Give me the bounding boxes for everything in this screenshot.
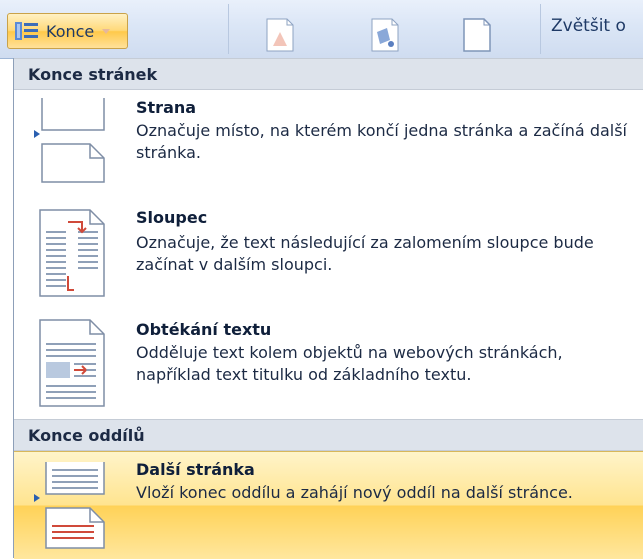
- menu-item-title: Další stránka: [136, 460, 255, 479]
- page-color-icon[interactable]: [370, 18, 400, 56]
- menu-item-column-break[interactable]: Sloupec Označuje, že text následující za…: [14, 198, 643, 306]
- page-break-thumb-icon: [32, 96, 112, 188]
- konce-dropdown-button[interactable]: Konce: [7, 13, 128, 49]
- zoom-label[interactable]: Zvětšit o: [551, 16, 626, 36]
- watermark-icon[interactable]: [265, 18, 295, 56]
- menu-item-description: Odděluje text kolem objektů na webových …: [136, 343, 563, 384]
- ribbon-divider: [228, 4, 229, 54]
- chevron-down-icon: [102, 28, 111, 34]
- page-break-icon: [14, 19, 40, 43]
- ribbon-bar: Konce Zvětšit o: [0, 0, 643, 59]
- section-header-page-breaks: Konce stránek: [14, 58, 643, 90]
- menu-item-text-wrapping-break[interactable]: Obtékání textu Odděluje text kolem objek…: [14, 310, 643, 418]
- ribbon-divider: [540, 4, 541, 54]
- page-borders-icon[interactable]: [462, 18, 492, 56]
- menu-item-title: Obtékání textu: [136, 320, 272, 339]
- text-wrapping-thumb-icon: [38, 318, 108, 412]
- menu-item-description: Označuje místo, na kterém končí jedna st…: [136, 121, 627, 162]
- menu-item-next-page-section-break[interactable]: Další stránka Vloží konec oddílu a zaháj…: [14, 451, 643, 559]
- menu-item-description: Vloží konec oddílu a zahájí nový oddíl n…: [136, 483, 573, 502]
- breaks-dropdown-menu: Konce stránek Strana Označuje místo, na …: [13, 58, 643, 559]
- menu-item-title: Sloupec: [136, 208, 208, 227]
- next-page-thumb-icon: [32, 460, 112, 554]
- menu-item-title: Strana: [136, 98, 197, 117]
- konce-label: Konce: [46, 21, 95, 41]
- menu-item-description: Označuje, že text následující za zalomen…: [136, 233, 594, 274]
- column-break-thumb-icon: [38, 208, 108, 302]
- section-header-section-breaks: Konce oddílů: [14, 419, 643, 451]
- menu-item-page-break[interactable]: Strana Označuje místo, na kterém končí j…: [14, 90, 643, 190]
